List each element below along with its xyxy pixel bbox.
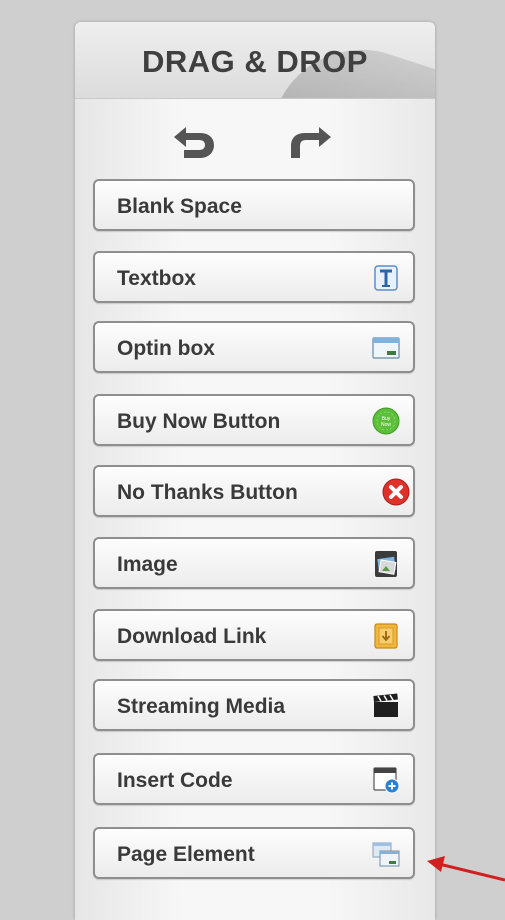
item-label: Streaming Media [117, 695, 286, 718]
image-icon [375, 551, 397, 577]
panel-title: DRAG & DROP [142, 44, 368, 79]
pointer-arrow-annotation [427, 856, 505, 882]
download-icon [374, 623, 398, 649]
optin-box-button[interactable]: Optin box [93, 321, 415, 373]
undo-arrow-icon[interactable] [170, 125, 218, 161]
buy-now-button[interactable]: Buy Now Button Buy Now [93, 394, 415, 446]
item-label: Download Link [117, 625, 267, 648]
clapperboard-icon [373, 693, 398, 717]
page-element-icon [372, 842, 400, 867]
download-link-button[interactable]: Download Link [93, 609, 415, 661]
item-label: Textbox [117, 267, 196, 290]
insert-code-icon [373, 767, 400, 794]
no-thanks-button[interactable]: No Thanks Button [93, 465, 415, 517]
panel-header: DRAG & DROP [75, 22, 435, 99]
item-label: Blank Space [117, 195, 242, 218]
item-label: Page Element [117, 843, 255, 866]
buy-now-icon: Buy Now [372, 407, 400, 435]
item-label: Optin box [117, 337, 215, 360]
redo-arrow-icon[interactable] [287, 125, 335, 161]
blank-space-button[interactable]: Blank Space [93, 179, 415, 231]
buy-now-icon-text: Now [381, 422, 391, 428]
undo-redo-toolbar [75, 99, 435, 179]
page-element-button[interactable]: Page Element [93, 827, 415, 879]
optin-box-icon [372, 337, 400, 359]
textbox-icon [374, 265, 398, 291]
item-label: No Thanks Button [117, 481, 298, 504]
insert-code-button[interactable]: Insert Code [93, 753, 415, 805]
no-thanks-icon [382, 478, 410, 506]
item-label: Buy Now Button [117, 410, 281, 433]
item-label: Image [117, 553, 178, 576]
item-label: Insert Code [117, 769, 233, 792]
drag-drop-panel: DRAG & DROP Blank Space Textbox Optin bo… [75, 22, 435, 920]
image-button[interactable]: Image [93, 537, 415, 589]
streaming-media-button[interactable]: Streaming Media [93, 679, 415, 731]
textbox-button[interactable]: Textbox [93, 251, 415, 303]
